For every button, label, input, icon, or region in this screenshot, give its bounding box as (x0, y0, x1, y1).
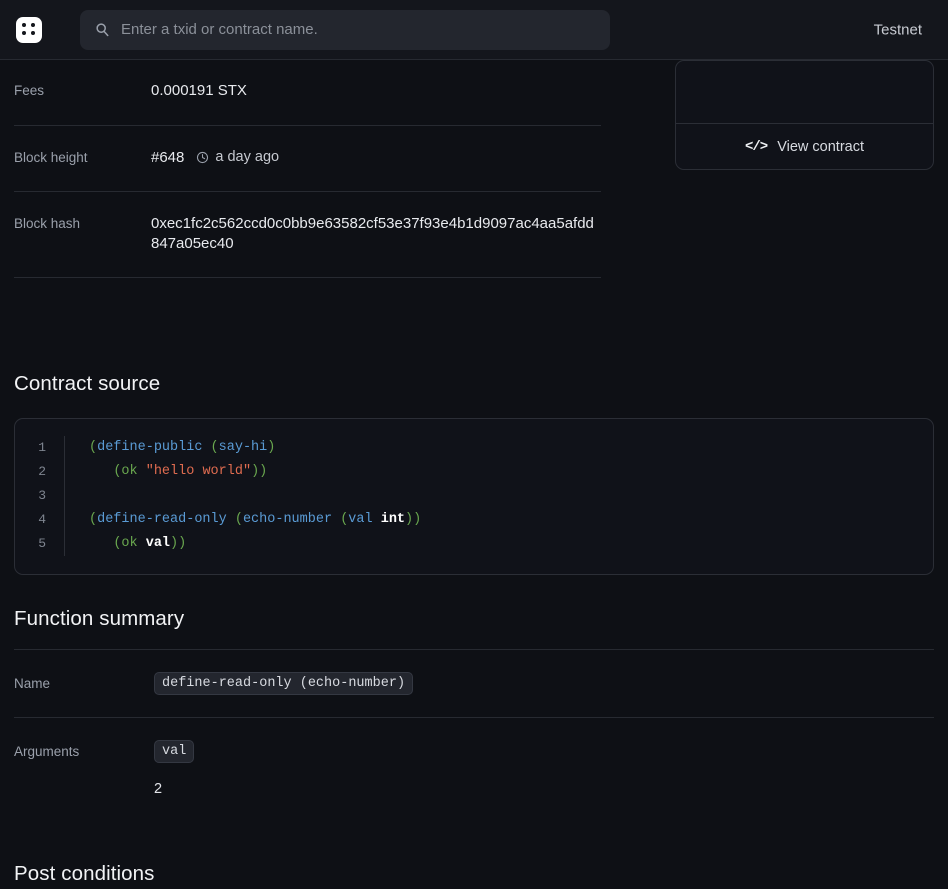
function-name-chip: define-read-only (echo-number) (154, 672, 414, 695)
function-summary-row-name: Name define-read-only (echo-number) (14, 649, 934, 717)
function-summary-heading: Function summary (14, 607, 185, 630)
function-summary-row-arguments: Arguments val 2 (14, 717, 934, 819)
function-summary-label: Arguments (14, 744, 80, 759)
function-summary-label: Name (14, 676, 51, 691)
logo-dot (30, 31, 35, 35)
detail-row-block-hash: Block hash 0xec1fc2c562ccd0c0bb9e63582cf… (14, 192, 601, 278)
logo-dot (30, 22, 35, 27)
logo-dot (22, 22, 26, 27)
line-number: 1 (38, 440, 46, 455)
code-line: (ok "hello world")) (113, 464, 268, 479)
detail-value-fees: 0.000191 STX (151, 82, 247, 99)
time-ago-text: a day ago (215, 148, 280, 165)
detail-value-block-height: #648 a day ago (151, 148, 601, 168)
code-line-numbers: 1 2 3 4 5 (15, 436, 65, 556)
line-number: 4 (38, 512, 46, 527)
top-navigation-bar: Testnet (0, 0, 948, 59)
argument-value: 2 (154, 781, 163, 797)
post-conditions-heading: Post conditions (14, 862, 155, 885)
contract-side-card: </> View contract (675, 60, 934, 170)
function-summary-list: Name define-read-only (echo-number) Argu… (14, 649, 934, 819)
detail-row-block-height: Block height #648 a day ago (14, 126, 601, 192)
block-timestamp: a day ago (196, 148, 279, 168)
line-number: 5 (38, 536, 46, 551)
function-name-value: define-read-only (echo-number) (154, 672, 934, 695)
grid-dots-logo-icon[interactable] (16, 16, 42, 43)
side-card-empty-section (676, 61, 933, 124)
line-number: 3 (38, 488, 46, 503)
line-number: 2 (38, 464, 46, 479)
search-icon (94, 22, 110, 38)
argument-name-chip: val (154, 740, 195, 763)
detail-value-block-hash[interactable]: 0xec1fc2c562ccd0c0bb9e63582cf53e37f93e4b… (151, 214, 601, 253)
contract-source-heading: Contract source (14, 372, 161, 395)
search-bar[interactable] (80, 9, 610, 50)
code-line: (define-public (say-hi) (89, 440, 276, 455)
code-line: (ok val)) (113, 536, 187, 551)
network-selector[interactable]: Testnet (874, 21, 922, 38)
code-content[interactable]: (define-public (say-hi) (ok "hello world… (65, 436, 933, 556)
clock-icon (196, 151, 209, 164)
detail-row-fees: Fees 0.000191 STX (14, 59, 601, 126)
code-line: (define-read-only (echo-number (val int)… (89, 512, 422, 527)
detail-label: Block height (14, 149, 88, 165)
detail-label: Fees (14, 83, 45, 98)
view-contract-button[interactable]: </> View contract (676, 124, 933, 169)
code-brackets-icon: </> (745, 138, 768, 155)
transaction-details-list: Fees 0.000191 STX Block height #648 a da… (14, 59, 601, 278)
logo-dot (22, 31, 26, 35)
page-body: Fees 0.000191 STX Block height #648 a da… (0, 59, 948, 889)
view-contract-label: View contract (777, 138, 864, 155)
block-height-number[interactable]: #648 (151, 148, 184, 168)
search-input[interactable] (121, 21, 596, 38)
function-arguments-value: val 2 (154, 740, 934, 797)
detail-label: Block hash (14, 216, 81, 231)
contract-source-code-block: 1 2 3 4 5 (define-public (say-hi) (ok "h… (14, 418, 934, 575)
